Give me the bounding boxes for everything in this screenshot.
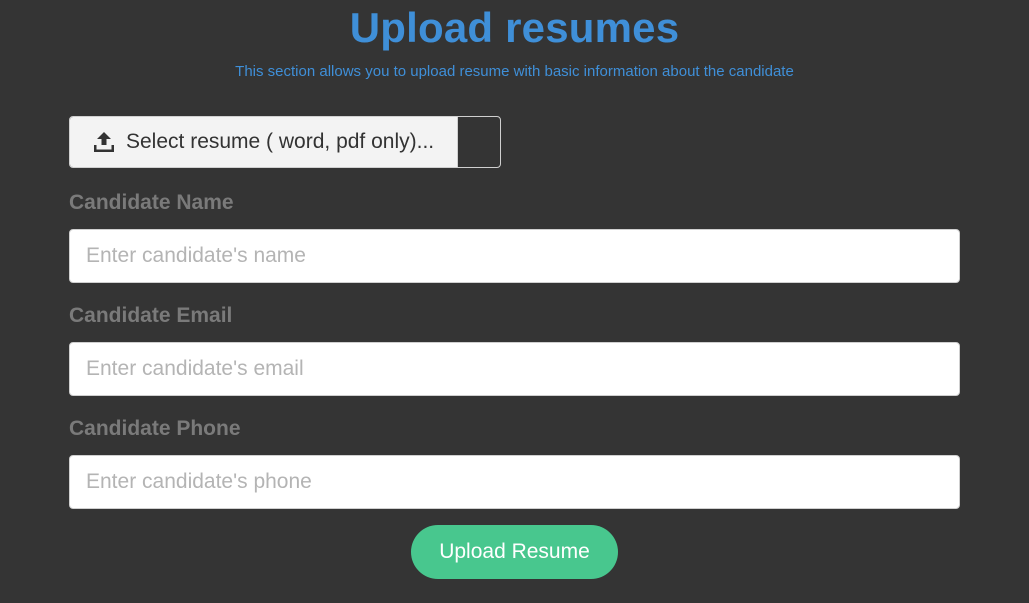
upload-icon [92,130,116,154]
page-title: Upload resumes [349,4,680,51]
upload-resume-page: Upload resumes This section allows you t… [0,0,1029,603]
candidate-name-label: Candidate Name [69,191,234,214]
page-subtitle: This section allows you to upload resume… [235,63,794,80]
resume-file-picker[interactable]: Select resume ( word, pdf only)... [69,116,501,168]
select-resume-button[interactable]: Select resume ( word, pdf only)... [70,117,458,167]
candidate-email-label: Candidate Email [69,304,233,327]
candidate-email-input[interactable] [69,342,960,396]
candidate-phone-label: Candidate Phone [69,417,241,440]
select-resume-label: Select resume ( word, pdf only)... [126,130,435,153]
upload-resume-button[interactable]: Upload Resume [411,525,618,579]
file-name-display[interactable] [458,117,500,167]
candidate-name-input[interactable] [69,229,960,283]
candidate-phone-input[interactable] [69,455,960,509]
